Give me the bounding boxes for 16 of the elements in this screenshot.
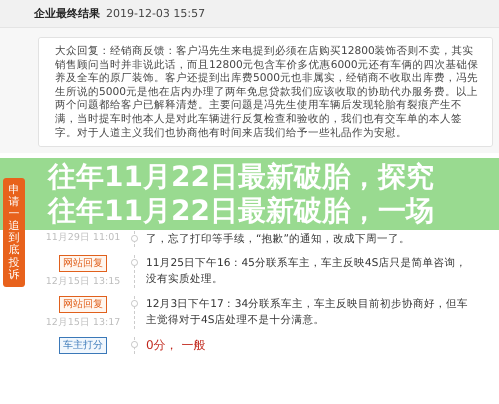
status-tag: 网站回复 (59, 296, 107, 314)
entry-date: 12月15日 13:17 (46, 316, 120, 330)
entry-text: 12月3日下午17：34分联系车主，车主反映目前初步协商好，但车主觉得对于4S店处理不是十分满意。 (146, 297, 470, 328)
entry-text: 11月25日下午16：45分联系车主，车主反映4S店只是简单咨询，没有实质处理。 (146, 256, 468, 288)
entry-text: 了，忘了打印等手续，“抱歉”的通知，改成下周一了。 (146, 232, 411, 248)
banner-title: 往年11月22日最新破胎，一场 (48, 194, 435, 228)
section-title: 企业最终结果 (34, 6, 100, 21)
banner-title: 往年11月22日最新破胎，探究 (48, 160, 435, 194)
complaint-tab[interactable]: 申请一追到底投诉 (3, 178, 25, 287)
reply-text: 大众回复：经销商反馈：客户冯先生来电提到必须在店购买12800装饰否则不卖，其实销售顾问当时并非说此话，而且12800元包含车价多优惠6000元还有车俩的四次基础保养及全车的原厂装饰。客户还提到出库费5000元也非属实，经销商不收取出库费，冯先生所说的5000元是他在店内办理了两年免息贷款我们应该收取的协助代办服务费。以上两个问题都给客户已解释清楚。主要问题是冯先生使用车辆后发现轮胎有裂痕产生不满，当时提车时他本人是对此车辆进行反复检查和验收的，我们也有交车单的本人签字。对于人道主义我们也协商他有时间来店我们给予一些礼品作为安慰。 (38, 37, 493, 148)
score-text: 0分， 一般 (146, 337, 206, 354)
entry-date: 12月15日 13:15 (46, 275, 120, 288)
status-tag: 车主打分 (59, 337, 107, 354)
status-tag: 网站回复 (59, 255, 107, 272)
entry-date: 11月29日 11:01 (46, 231, 120, 244)
timestamp: 2019-12-03 15:57 (106, 7, 206, 20)
